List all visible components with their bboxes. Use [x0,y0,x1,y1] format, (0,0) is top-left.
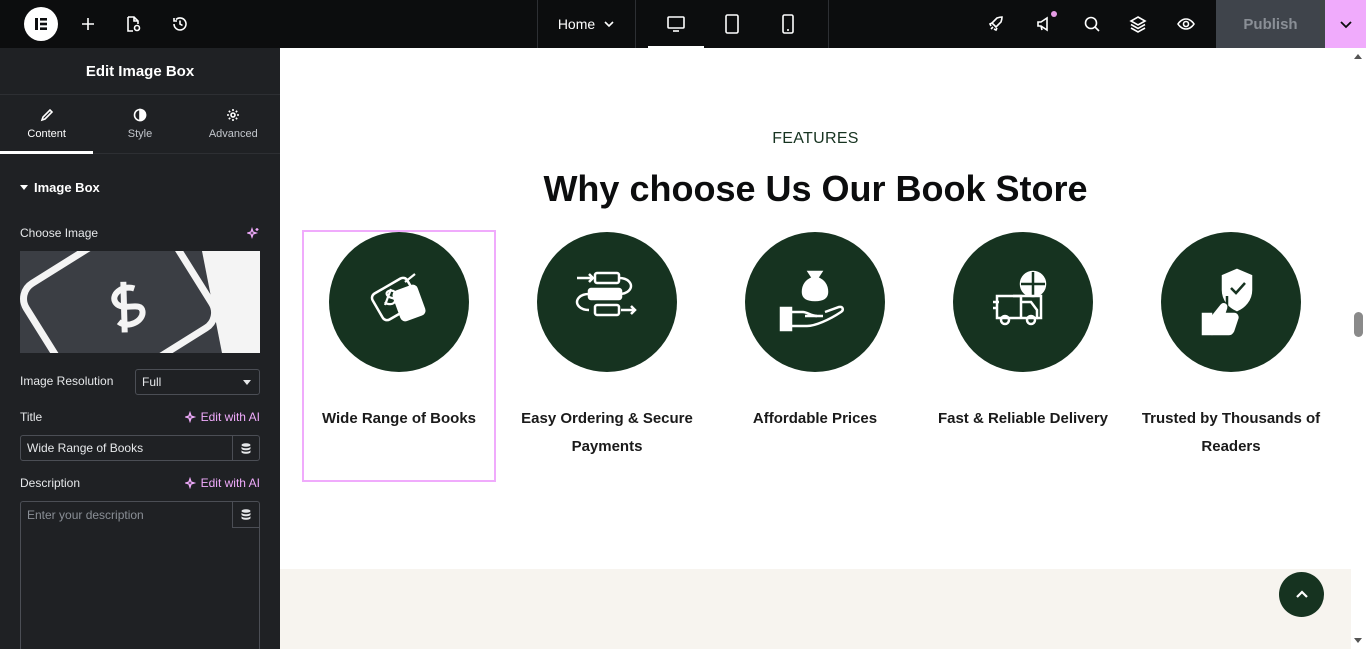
page-canvas: FEATURES Why choose Us Our Book Store Wi… [280,48,1351,649]
panel-title: Edit Image Box [0,48,280,95]
page-selector[interactable]: Home [538,0,635,48]
panel-tabs: Content Style Advanced [0,95,280,154]
search-icon[interactable] [1076,8,1108,40]
history-icon[interactable] [164,8,196,40]
ai-sparkle-icon [184,411,196,423]
trust-shield-icon [1161,232,1301,372]
rocket-icon[interactable] [980,8,1012,40]
image-resolution-select[interactable]: Full [135,369,260,395]
tab-advanced[interactable]: Advanced [187,95,280,153]
feature-title: Fast & Reliable Delivery [937,410,1109,427]
tablet-icon [725,14,739,34]
description-textarea[interactable] [21,502,231,642]
feature-title: Easy Ordering & Secure Payments [521,410,693,455]
description-row: Description Edit with AI [20,476,260,490]
gear-icon [227,109,240,121]
delivery-truck-icon [953,232,1093,372]
ai-link-label: Edit with AI [200,476,260,490]
caret-down-icon [243,380,251,385]
feature-title: Affordable Prices [752,410,878,427]
choose-image-row: Choose Image [20,226,260,240]
database-icon [241,509,251,520]
dynamic-tags-button[interactable] [232,436,259,460]
eye-icon[interactable] [1170,8,1202,40]
chevron-down-icon [604,21,614,28]
scrollbar-thumb[interactable] [1354,312,1363,337]
section-toggle-image-box[interactable]: Image Box [20,180,260,195]
section-heading: Why choose Us Our Book Store [543,168,1088,209]
layers-icon[interactable] [1122,8,1154,40]
desktop-icon [667,16,685,32]
title-input[interactable] [21,436,233,460]
section-eyebrow: FEATURES [772,130,859,147]
chevron-up-icon [1295,589,1308,598]
feature-title: Trusted by Thousands of Readers [1141,410,1321,455]
canvas-scrollbar[interactable] [1351,48,1366,649]
price-tag-image [20,251,260,353]
edit-with-ai-title-link[interactable]: Edit with AI [184,410,260,424]
publish-button[interactable]: Publish [1216,0,1325,48]
mobile-icon [782,14,794,34]
ai-sparkle-icon [184,477,196,489]
add-icon[interactable] [72,8,104,40]
image-box-widget[interactable]: Affordable Prices [720,232,910,433]
editor-panel: Edit Image Box Content Style Advanced Im… [0,48,280,649]
pencil-icon [40,108,53,122]
tab-style[interactable]: Style [93,95,186,153]
tab-label: Advanced [208,128,258,140]
next-section-background [280,569,1351,649]
page-name: Home [557,16,596,32]
editor-topbar: Home Publish [0,0,1366,48]
tablet-view-button[interactable] [704,0,760,48]
price-tag-icon [329,232,469,372]
choose-image-label: Choose Image [20,226,99,240]
caret-down-icon [20,185,28,190]
tab-label: Style [127,128,153,140]
database-icon [241,442,251,454]
desktop-view-button[interactable] [648,0,704,48]
scroll-to-top-button[interactable] [1279,572,1324,617]
ai-link-label: Edit with AI [200,410,260,424]
megaphone-icon[interactable] [1028,8,1060,40]
image-box-widget[interactable]: Trusted by Thousands of Readers [1136,232,1326,461]
title-field [20,435,260,461]
description-label: Description [20,476,81,490]
notification-dot [1051,11,1057,17]
elementor-logo-icon[interactable] [24,7,58,41]
process-flow-icon [537,232,677,372]
image-resolution-label: Image Resolution [20,374,114,388]
contrast-icon [133,108,147,122]
feature-title: Wide Range of Books [321,410,477,427]
image-box-widget[interactable]: Wide Range of Books [302,230,496,482]
tab-label: Content [27,128,66,140]
page-settings-icon[interactable] [117,8,149,40]
image-preview[interactable] [20,251,260,353]
publish-options-button[interactable] [1325,0,1366,48]
image-box-widget[interactable]: Fast & Reliable Delivery [928,232,1118,433]
ai-sparkle-icon[interactable] [247,226,260,240]
edit-with-ai-description-link[interactable]: Edit with AI [184,476,260,490]
dynamic-tags-button[interactable] [232,502,259,528]
section-title: Image Box [34,180,100,195]
description-field [20,501,260,649]
scroll-up-arrow-icon[interactable] [1354,54,1362,59]
chevron-down-icon [1339,21,1352,29]
scroll-down-arrow-icon[interactable] [1354,638,1362,643]
tab-content[interactable]: Content [0,95,94,154]
image-box-widget[interactable]: Easy Ordering & Secure Payments [512,232,702,461]
image-resolution-value: Full [142,375,162,389]
money-hand-icon [745,232,885,372]
title-label: Title [20,410,43,424]
mobile-view-button[interactable] [760,0,816,48]
title-row: Title Edit with AI [20,410,260,424]
